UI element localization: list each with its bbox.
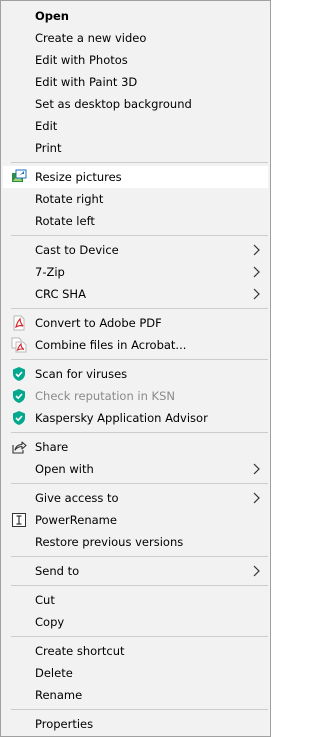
menu-item-cut[interactable]: Cut — [1, 589, 270, 611]
menu-separator — [11, 308, 268, 309]
menu-item-create-video[interactable]: Create a new video — [1, 27, 270, 49]
menu-item-rotate-right[interactable]: Rotate right — [1, 188, 270, 210]
menu-item-label: CRC SHA — [35, 287, 86, 301]
menu-item-rotate-left[interactable]: Rotate left — [1, 210, 270, 232]
menu-item-combine-files-in-acrobat[interactable]: Combine files in Acrobat... — [1, 334, 270, 356]
resize-pictures-icon — [11, 169, 27, 185]
menu-item-label: Combine files in Acrobat... — [35, 338, 187, 352]
kaspersky-shield-icon — [11, 388, 27, 404]
menu-item-label: Share — [35, 440, 69, 454]
menu-separator — [11, 162, 268, 163]
chevron-right-icon — [253, 565, 261, 577]
chevron-right-icon — [253, 288, 261, 300]
menu-separator — [11, 483, 268, 484]
menu-item-label: Check reputation in KSN — [35, 389, 175, 403]
menu-item-label: Kaspersky Application Advisor — [35, 411, 208, 425]
menu-item-share[interactable]: Share — [1, 436, 270, 458]
menu-separator — [11, 432, 268, 433]
menu-separator — [11, 235, 268, 236]
menu-separator — [11, 556, 268, 557]
menu-item-properties[interactable]: Properties — [1, 713, 270, 735]
menu-item-label: Cast to Device — [35, 243, 119, 257]
acrobat-combine-icon — [11, 337, 27, 353]
menu-item-print[interactable]: Print — [1, 137, 270, 159]
menu-item-edit[interactable]: Edit — [1, 115, 270, 137]
menu-item-open-with[interactable]: Open with — [1, 458, 270, 480]
menu-item-convert-to-adobe-pdf[interactable]: Convert to Adobe PDF — [1, 312, 270, 334]
menu-item-label: Scan for viruses — [35, 367, 128, 381]
menu-item-send-to[interactable]: Send to — [1, 560, 270, 582]
chevron-right-icon — [253, 463, 261, 475]
chevron-right-icon — [253, 266, 261, 278]
menu-item-powerrename[interactable]: PowerRename — [1, 509, 270, 531]
menu-item-label: 7-Zip — [35, 265, 65, 279]
menu-separator — [11, 709, 268, 710]
menu-item-crc-sha[interactable]: CRC SHA — [1, 283, 270, 305]
share-icon — [11, 439, 27, 455]
menu-item-copy[interactable]: Copy — [1, 611, 270, 633]
menu-separator — [11, 585, 268, 586]
adobe-pdf-icon — [11, 315, 27, 331]
menu-item-edit-with-photos[interactable]: Edit with Photos — [1, 49, 270, 71]
menu-item-label: Give access to — [35, 491, 119, 505]
power-rename-icon — [11, 512, 27, 528]
menu-item-label: Resize pictures — [35, 170, 122, 184]
menu-item-give-access-to[interactable]: Give access to — [1, 487, 270, 509]
menu-item-rename[interactable]: Rename — [1, 684, 270, 706]
menu-item-create-shortcut[interactable]: Create shortcut — [1, 640, 270, 662]
menu-item-label: Convert to Adobe PDF — [35, 316, 162, 330]
context-menu: Open Create a new video Edit with Photos… — [0, 0, 271, 737]
chevron-right-icon — [253, 244, 261, 256]
kaspersky-shield-icon — [11, 366, 27, 382]
menu-item-7-zip[interactable]: 7-Zip — [1, 261, 270, 283]
chevron-right-icon — [253, 492, 261, 504]
menu-item-restore-previous-versions[interactable]: Restore previous versions — [1, 531, 270, 553]
menu-item-edit-with-paint-3d[interactable]: Edit with Paint 3D — [1, 71, 270, 93]
menu-item-delete[interactable]: Delete — [1, 662, 270, 684]
menu-item-scan-for-viruses[interactable]: Scan for viruses — [1, 363, 270, 385]
kaspersky-shield-icon — [11, 410, 27, 426]
menu-item-kaspersky-application-advisor[interactable]: Kaspersky Application Advisor — [1, 407, 270, 429]
menu-item-cast-to-device[interactable]: Cast to Device — [1, 239, 270, 261]
menu-item-check-reputation-in-ksn: Check reputation in KSN — [1, 385, 270, 407]
menu-item-resize-pictures[interactable]: Resize pictures — [3, 166, 268, 188]
menu-separator — [11, 636, 268, 637]
menu-item-open[interactable]: Open — [1, 5, 270, 27]
menu-item-label: PowerRename — [35, 513, 117, 527]
menu-item-label: Open with — [35, 462, 94, 476]
menu-item-label: Send to — [35, 564, 80, 578]
menu-item-set-desktop-background[interactable]: Set as desktop background — [1, 93, 270, 115]
menu-separator — [11, 359, 268, 360]
